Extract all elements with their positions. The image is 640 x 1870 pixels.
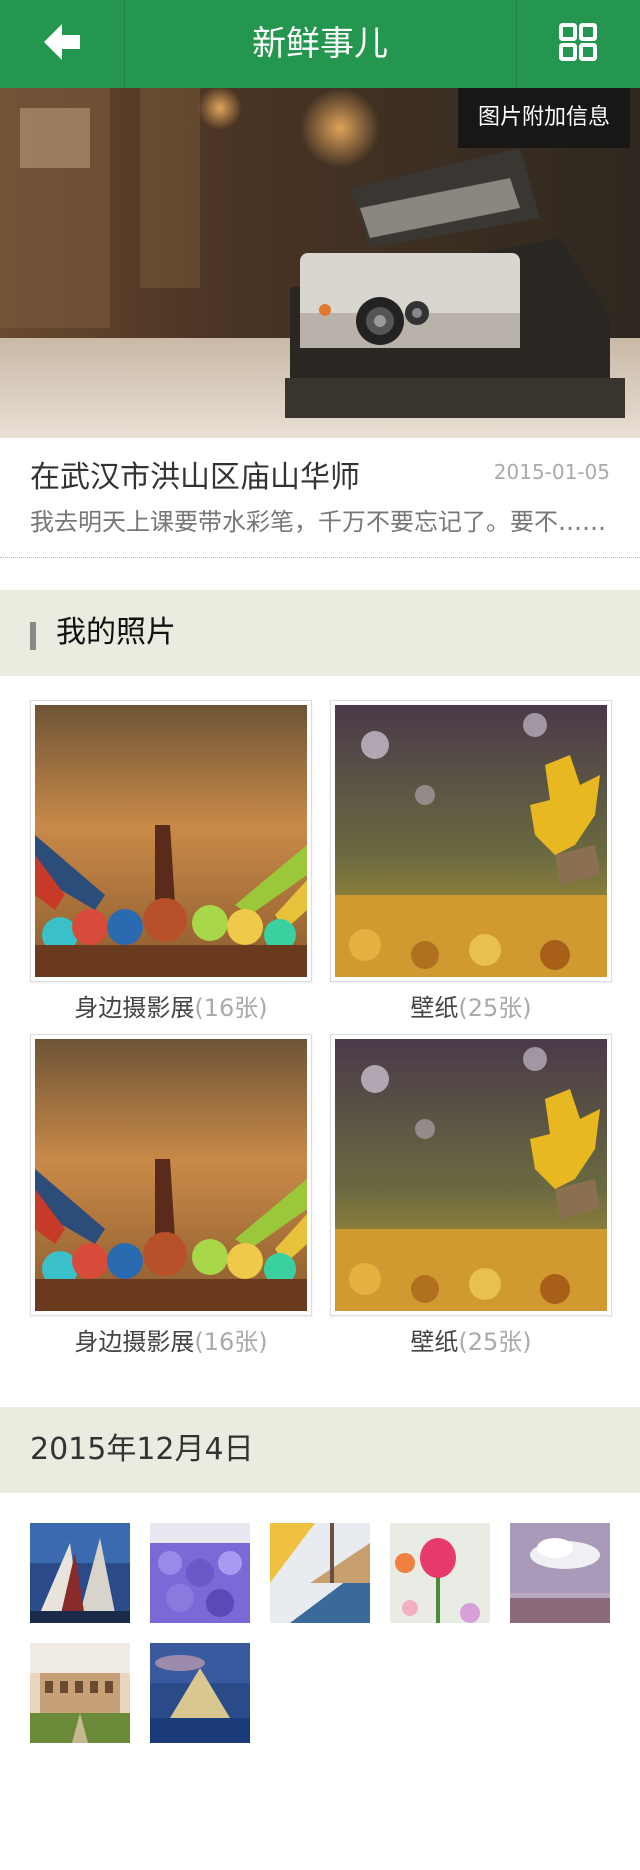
album-name: 身边摄影展 [74, 994, 195, 1022]
sailboat-photo [270, 1523, 370, 1623]
photo-thumbnail[interactable] [150, 1523, 250, 1623]
album-count: (25张) [458, 1328, 532, 1356]
album-thumbnail [330, 1034, 612, 1316]
lavender-field-photo [150, 1523, 250, 1623]
album-name: 身边摄影展 [74, 1328, 195, 1356]
album-caption: 壁纸(25张) [330, 1322, 612, 1357]
hero-image[interactable]: 图片附加信息 [0, 88, 640, 438]
hero-info-badge[interactable]: 图片附加信息 [457, 88, 630, 148]
louvre-pyramid-photo [150, 1643, 250, 1743]
album-name: 壁纸 [410, 1328, 459, 1356]
post-date: 2015-01-05 [493, 460, 610, 484]
back-button[interactable] [0, 0, 124, 88]
autumn-leaf-photo [335, 1039, 607, 1311]
photo-thumbnail[interactable] [390, 1523, 490, 1623]
album-count: (16张) [194, 994, 268, 1022]
post-title: 在武汉市洪山区庙山华师 [30, 460, 360, 495]
album-card[interactable]: 身边摄影展(16张) [30, 700, 312, 1023]
cloud-sky-photo [510, 1523, 610, 1623]
album-name: 壁纸 [410, 994, 459, 1022]
colored-pencils-photo [35, 1039, 307, 1311]
grid-icon [559, 23, 597, 65]
autumn-leaf-photo [335, 705, 607, 977]
page-title: 新鲜事儿 [252, 24, 388, 64]
album-thumbnail [30, 700, 312, 982]
section-marker [30, 622, 36, 650]
album-count: (16张) [194, 1328, 268, 1356]
photo-thumbnail[interactable] [270, 1523, 370, 1623]
photo-thumbnail[interactable] [150, 1643, 250, 1743]
album-thumbnail [330, 700, 612, 982]
photo-thumbnail[interactable] [30, 1523, 130, 1623]
post-description: 我去明天上课要带水彩笔，千万不要忘记了。要不…… [30, 508, 606, 536]
album-count: (25张) [458, 994, 532, 1022]
gondolas-photo [30, 1523, 130, 1623]
album-card[interactable]: 壁纸(25张) [330, 1034, 612, 1357]
post-info[interactable]: 在武汉市洪山区庙山华师 2015-01-05 我去明天上课要带水彩笔，千万不要忘… [0, 438, 640, 558]
album-caption: 身边摄影展(16张) [30, 988, 312, 1023]
date-section-header: 2015年12月4日 [0, 1407, 640, 1493]
tulip-photo [390, 1523, 490, 1623]
album-caption: 身边摄影展(16张) [30, 1322, 312, 1357]
album-thumbnail [30, 1034, 312, 1316]
album-card[interactable]: 身边摄影展(16张) [30, 1034, 312, 1357]
section-title: 我的照片 [56, 615, 176, 650]
album-card[interactable]: 壁纸(25张) [330, 700, 612, 1023]
app-header: 新鲜事儿 [0, 0, 640, 88]
photos-section-header: 我的照片 [0, 590, 640, 676]
album-caption: 壁纸(25张) [330, 988, 612, 1023]
grid-menu-button[interactable] [516, 0, 640, 88]
photo-thumbnail[interactable] [510, 1523, 610, 1623]
colored-pencils-photo [35, 705, 307, 977]
arrow-left-icon [42, 22, 82, 66]
photo-thumbnail[interactable] [30, 1643, 130, 1743]
date-title: 2015年12月4日 [30, 1432, 254, 1467]
colosseum-photo [30, 1643, 130, 1743]
